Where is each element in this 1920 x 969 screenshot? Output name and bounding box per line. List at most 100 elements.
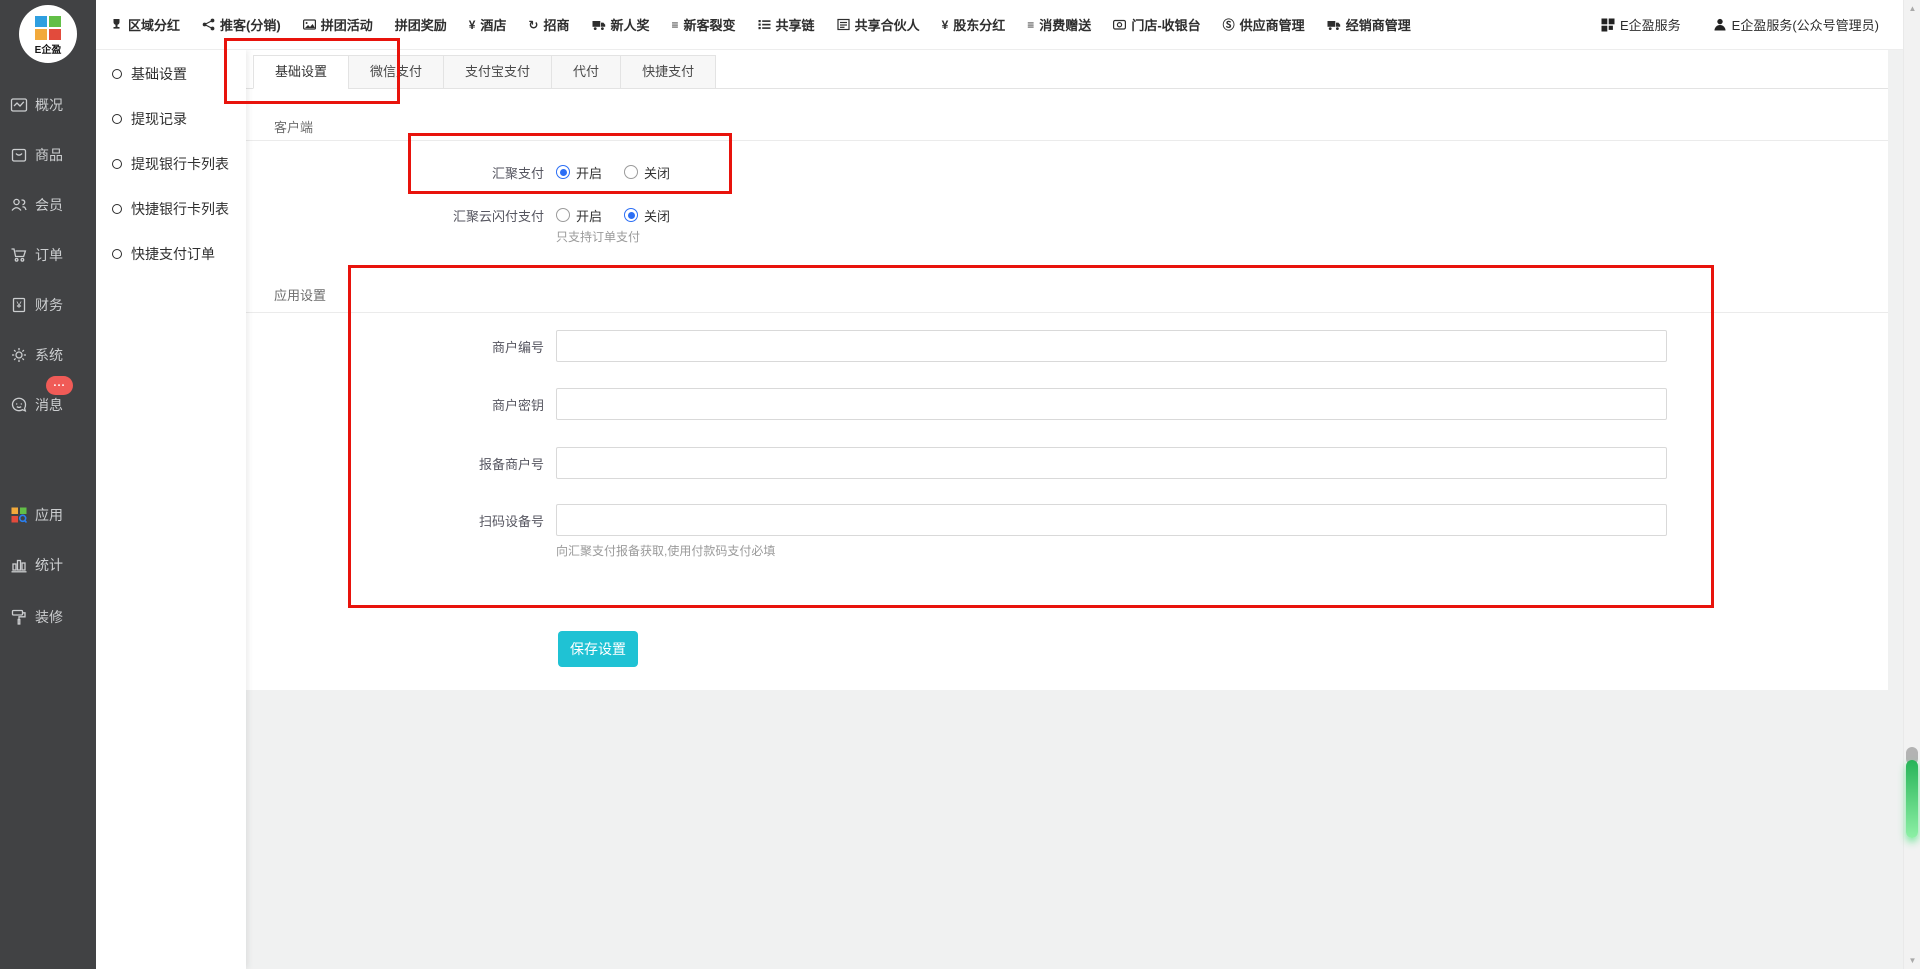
sidebar-item-goods[interactable]: 商品 xyxy=(0,142,96,168)
frame-icon xyxy=(837,18,850,31)
circle-icon xyxy=(112,114,122,124)
divider xyxy=(246,140,1888,141)
merchant-id-row: 商户编号 xyxy=(246,330,1888,362)
submenu-item-withdraw-records[interactable]: 提现记录 xyxy=(96,96,246,141)
decorate-icon xyxy=(10,608,28,626)
topnav-item-shareholder-dividend[interactable]: ¥ 股东分红 xyxy=(942,15,1006,34)
account-menu[interactable]: E企盈服务(公众号管理员) xyxy=(1713,15,1879,34)
joinpay-off-radio[interactable] xyxy=(624,165,638,179)
topnav-item-investment[interactable]: ↻ 招商 xyxy=(528,15,569,34)
topnav-item-dealer[interactable]: 经销商管理 xyxy=(1327,15,1411,34)
joinpay-radio-row: 汇聚支付 开启 关闭 xyxy=(246,161,1888,183)
submenu-item-quick-bank-cards[interactable]: 快捷银行卡列表 xyxy=(96,186,246,231)
tab-quick-pay[interactable]: 快捷支付 xyxy=(620,55,716,89)
section-title-client: 客户端 xyxy=(274,117,313,136)
topnav-item-hotel[interactable]: ¥ 酒店 xyxy=(469,15,507,34)
list-ul-icon xyxy=(758,18,771,31)
message-badge: ... xyxy=(46,376,73,395)
topnav-item-consume-gift[interactable]: ≡ 消费赠送 xyxy=(1027,15,1091,34)
tab-wechat-pay[interactable]: 微信支付 xyxy=(348,55,444,89)
app-logo[interactable]: E企盈 xyxy=(19,5,77,63)
tab-alipay[interactable]: 支付宝支付 xyxy=(443,55,552,89)
unionpay-on-radio[interactable] xyxy=(556,208,570,222)
truck-icon xyxy=(592,18,606,31)
share-icon xyxy=(202,18,215,31)
joinpay-unionpay-radio-row: 汇聚云闪付支付 开启 关闭 xyxy=(246,204,1888,226)
circle-icon xyxy=(112,159,122,169)
scroll-up-arrow[interactable]: ▲ xyxy=(1904,4,1920,13)
topnav-item-store-cashier[interactable]: 门店-收银台 xyxy=(1113,15,1200,34)
sidebar-item-stats[interactable]: 统计 xyxy=(0,552,96,578)
unionpay-off-radio[interactable] xyxy=(624,208,638,222)
sidebar-item-members[interactable]: 会员 xyxy=(0,192,96,218)
logo-icon xyxy=(35,16,62,40)
field-label: 报备商户号 xyxy=(246,454,544,473)
merchant-key-row: 商户密钥 xyxy=(246,388,1888,420)
tab-basic-settings[interactable]: 基础设置 xyxy=(253,55,349,89)
circle-icon xyxy=(112,204,122,214)
submenu-item-basic-settings[interactable]: 基础设置 xyxy=(96,51,246,96)
topnav-item-region-dividend[interactable]: 区域分红 xyxy=(110,15,180,34)
stats-icon xyxy=(10,556,28,574)
field-label: 汇聚支付 xyxy=(246,163,544,182)
topnav-item-newcomer-award[interactable]: 新人奖 xyxy=(592,15,650,34)
sidebar-item-orders[interactable]: 订单 xyxy=(0,242,96,268)
sidebar-item-apps[interactable]: 应用 xyxy=(0,502,96,528)
service-menu[interactable]: E企盈服务 xyxy=(1601,15,1681,34)
sidebar-item-message[interactable]: 消息 xyxy=(0,392,96,418)
sidebar-item-system[interactable]: 系统 xyxy=(0,342,96,368)
system-icon xyxy=(10,346,28,364)
camera-icon xyxy=(1113,18,1126,31)
overview-icon xyxy=(10,96,28,114)
content-panel: 基础设置 微信支付 支付宝支付 代付 快捷支付 客户端 汇聚支付 开启 关闭 汇… xyxy=(246,50,1888,690)
yen-icon: ¥ xyxy=(469,19,476,31)
image-icon xyxy=(303,18,316,31)
recycle-icon: ↻ xyxy=(528,19,538,31)
field-label: 汇聚云闪付支付 xyxy=(246,206,544,225)
joinpay-on-radio[interactable] xyxy=(556,165,570,179)
page-scrollbar[interactable]: ▲ ▼ xyxy=(1903,0,1920,969)
save-settings-button[interactable]: 保存设置 xyxy=(558,631,638,667)
members-icon xyxy=(10,196,28,214)
logo-label: E企盈 xyxy=(35,41,62,56)
orders-icon xyxy=(10,246,28,264)
topnav-item-share-chain[interactable]: 共享链 xyxy=(758,15,815,34)
message-icon xyxy=(10,396,28,414)
sidebar-item-decorate[interactable]: 装修 xyxy=(0,604,96,630)
grid-icon xyxy=(1601,18,1615,32)
topbar-right: E企盈服务 E企盈服务(公众号管理员) xyxy=(1601,15,1879,34)
apps-icon xyxy=(10,506,28,524)
topnav-item-distribution[interactable]: 推客(分销) xyxy=(202,15,281,34)
finance-icon: ¥ xyxy=(10,296,28,314)
scrollbar-thumb[interactable] xyxy=(1906,760,1918,838)
tab-agent-pay[interactable]: 代付 xyxy=(551,55,621,89)
yen-icon: ¥ xyxy=(942,19,949,31)
circle-icon xyxy=(112,249,122,259)
circle-icon xyxy=(112,69,122,79)
report-merchant-input[interactable] xyxy=(556,447,1667,479)
scan-device-input[interactable] xyxy=(556,504,1667,536)
goods-icon xyxy=(10,146,28,164)
report-merchant-row: 报备商户号 xyxy=(246,447,1888,479)
topnav-item-group-reward[interactable]: 拼团奖励 xyxy=(395,15,447,34)
trophy-icon xyxy=(110,18,123,31)
field-label: 商户编号 xyxy=(246,337,544,356)
settings-submenu: 基础设置 提现记录 提现银行卡列表 快捷银行卡列表 快捷支付订单 xyxy=(96,50,246,969)
divider xyxy=(246,312,1888,313)
submenu-item-quick-pay-orders[interactable]: 快捷支付订单 xyxy=(96,231,246,276)
topbar: 区域分红 推客(分销) 拼团活动 拼团奖励 ¥ 酒店 ↻ 招商 新人奖 ≡ 新客… xyxy=(96,0,1903,50)
sidebar-item-finance[interactable]: ¥ 财务 xyxy=(0,292,96,318)
topnav: 区域分红 推客(分销) 拼团活动 拼团奖励 ¥ 酒店 ↻ 招商 新人奖 ≡ 新客… xyxy=(110,15,1411,34)
merchant-id-input[interactable] xyxy=(556,330,1667,362)
sidebar-item-overview[interactable]: 概况 xyxy=(0,92,96,118)
topnav-item-group-activity[interactable]: 拼团活动 xyxy=(303,15,373,34)
scroll-down-arrow[interactable]: ▼ xyxy=(1904,956,1920,965)
topnav-item-share-partner[interactable]: 共享合伙人 xyxy=(837,15,920,34)
submenu-item-withdraw-bank-cards[interactable]: 提现银行卡列表 xyxy=(96,141,246,186)
topnav-item-supplier[interactable]: Ⓢ 供应商管理 xyxy=(1223,15,1305,34)
list-icon: ≡ xyxy=(672,19,679,31)
topnav-item-fission[interactable]: ≡ 新客裂变 xyxy=(672,15,736,34)
merchant-key-input[interactable] xyxy=(556,388,1667,420)
truck-icon xyxy=(1327,18,1341,31)
scan-device-row: 扫码设备号 xyxy=(246,504,1888,536)
